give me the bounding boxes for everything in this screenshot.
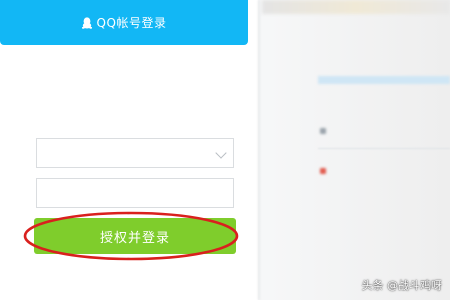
right-list-item	[320, 126, 331, 137]
login-header: QQ帐号登录	[0, 0, 248, 45]
account-field[interactable]	[36, 138, 234, 168]
watermark: 头条 @战斗鸡呀	[361, 279, 443, 292]
right-highlight-bar	[318, 76, 450, 84]
password-field[interactable]	[36, 178, 234, 208]
right-list-item	[320, 166, 331, 177]
footer-links	[100, 279, 260, 293]
authorize-login-button[interactable]: 授权并登录	[34, 218, 236, 254]
chevron-down-icon[interactable]	[215, 147, 227, 159]
authorization-notice	[40, 94, 230, 106]
login-card: QQ帐号登录 授权并登录	[0, 0, 258, 300]
bullet-icon	[320, 168, 326, 174]
right-divider	[318, 148, 450, 149]
app-title	[78, 64, 188, 78]
header-title: QQ帐号登录	[96, 16, 167, 30]
right-header-strip	[262, 0, 450, 14]
panel-divider	[258, 0, 260, 300]
qq-penguin-icon	[81, 16, 92, 29]
bullet-icon	[320, 128, 326, 134]
